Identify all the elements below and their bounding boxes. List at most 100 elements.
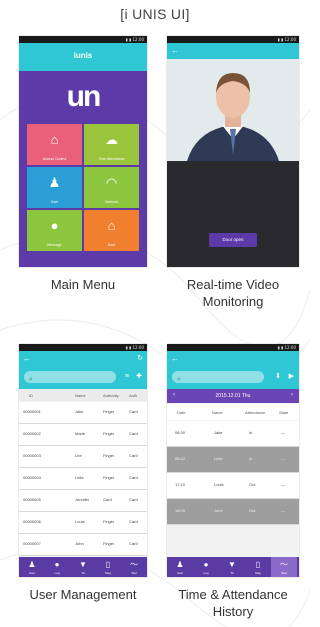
app-bar: ← ⌕ ⬇ ▶ — [167, 351, 299, 389]
cell: Leila — [214, 456, 223, 461]
tile-access-control[interactable]: ⌂ Access Control — [27, 124, 82, 165]
tile-time-attendance[interactable]: ☁ Time Attendance — [84, 124, 139, 165]
tile-door[interactable]: ⌂ Door — [84, 210, 139, 251]
table-row[interactable]: 17:10 Louis Out — — [167, 473, 299, 499]
cell: 00000001 — [23, 409, 41, 414]
table-row[interactable]: 00000001 Jake Finger Card — [19, 402, 147, 424]
tab-label: Msg — [255, 571, 261, 575]
tab-stat[interactable]: 〜 Stat — [271, 557, 297, 577]
tab-log[interactable]: ● Log — [44, 557, 70, 577]
cell: Marie — [75, 431, 86, 436]
tab-label: Msg — [105, 571, 111, 575]
search-icon: ⌕ — [177, 376, 181, 383]
tab-msg[interactable]: ▯ Msg — [95, 557, 121, 577]
app-bar: ← ↻ ⌕ ≡ ✚ — [19, 351, 147, 389]
caption-line: Real-time Video — [186, 277, 280, 292]
caption-ta-history: Time & Attendance History — [160, 586, 306, 620]
table-header: Date Name Attendance State — [167, 404, 299, 420]
refresh-icon[interactable]: ↻ — [137, 351, 143, 367]
brand-name: iunis — [73, 51, 93, 60]
user-icon: ♟ — [48, 175, 61, 190]
cell: John — [214, 508, 223, 513]
cell: Out — [249, 482, 256, 487]
caption-main-menu: Main Menu — [50, 277, 116, 292]
camera-feed — [167, 59, 299, 161]
tab-msg[interactable]: ▯ Msg — [245, 557, 271, 577]
tile-user[interactable]: ♟ User — [27, 167, 82, 208]
video-monitoring-screen: ▮ ▮ 12:00 ← Door open — [167, 36, 299, 267]
cell: 17:10 — [175, 482, 186, 487]
app-bar: ← — [167, 43, 299, 59]
user-icon: ♟ — [28, 560, 36, 569]
search-input[interactable]: ⌕ — [24, 371, 116, 383]
cell: In — [249, 430, 253, 435]
cell: 00000006 — [23, 519, 41, 524]
user-icon: ♟ — [176, 560, 184, 569]
column-header: Attendance — [245, 410, 266, 415]
cell: 00000007 — [23, 541, 41, 546]
back-arrow-icon[interactable]: ← — [171, 43, 179, 59]
tile-label: User — [50, 200, 59, 204]
table-row[interactable]: 00000002 Marie Finger Card — [19, 424, 147, 446]
pin-icon: ● — [54, 560, 60, 569]
add-user-icon[interactable]: ✚ — [136, 371, 142, 383]
pin-icon: ● — [203, 560, 209, 569]
tile-label: Message — [47, 243, 62, 247]
home-lock-icon: ⌂ — [50, 132, 59, 147]
cell: 08:42 — [175, 456, 186, 461]
table-row[interactable]: 00000003 Lee Finger Card — [19, 446, 147, 468]
tile-label: Network — [105, 200, 118, 204]
door-open-button[interactable]: Door open — [209, 233, 257, 247]
search-input[interactable]: ⌕ — [172, 371, 264, 383]
tab-user[interactable]: ♟ User — [19, 557, 45, 577]
back-arrow-icon[interactable]: ← — [171, 351, 179, 367]
cell: 08:30 — [175, 430, 186, 435]
cell: Finger — [103, 431, 115, 436]
cell: Card — [103, 497, 112, 502]
tab-label: Stat — [281, 571, 287, 575]
cell: Finger — [103, 475, 115, 480]
cell: 00000005 — [23, 497, 41, 502]
cell: Card — [129, 541, 138, 546]
tile-network[interactable]: ◠ Network — [84, 167, 139, 208]
chart-icon: 〜 — [280, 560, 288, 569]
status-bar: ▮ ▮ 12:00 — [19, 36, 147, 43]
filter-icon: ▼ — [79, 560, 87, 569]
cell: Finger — [103, 409, 115, 414]
tile-message[interactable]: ● Message — [27, 210, 82, 251]
person-image — [167, 59, 299, 161]
tab-user[interactable]: ♟ User — [167, 557, 193, 577]
table-header: ID Name Authority Auth — [19, 389, 147, 401]
export-icon[interactable]: ▶ — [289, 371, 294, 383]
table-row[interactable]: 00000005 Jennifer Card Card — [19, 490, 147, 512]
tab-label: Log — [203, 571, 209, 575]
cell: Finger — [103, 541, 115, 546]
date-selector: ‹ 2015.12.01 Thu › — [167, 389, 299, 403]
table-row[interactable]: 00000004 Leila Finger Card — [19, 468, 147, 490]
tile-label: Access Control — [42, 157, 67, 161]
caption-line: Monitoring — [202, 294, 264, 309]
table-row[interactable]: 00000007 John Finger Card — [19, 534, 147, 556]
tab-label: TA — [81, 571, 85, 575]
back-arrow-icon[interactable]: ← — [23, 351, 31, 367]
caption-line: History — [212, 604, 254, 619]
status-bar: ▮ ▮ 12:00 — [167, 344, 299, 351]
document-icon: ▯ — [255, 560, 261, 569]
table-row[interactable]: 08:30 Jake In — — [167, 421, 299, 447]
column-header: Name — [212, 410, 223, 415]
tab-label: User — [176, 571, 184, 575]
next-date-icon[interactable]: › — [291, 392, 293, 398]
table-row[interactable]: 18:05 John Out — — [167, 499, 299, 525]
brand-bar: iunis — [19, 43, 147, 71]
table-row[interactable]: 08:42 Leila In — — [167, 447, 299, 473]
cell: Card — [129, 519, 138, 524]
cell: — — [281, 430, 285, 435]
tile-label: Door — [107, 243, 116, 247]
tab-ta[interactable]: ▼ TA — [70, 557, 96, 577]
table-row[interactable]: 00000006 Louis Finger Card — [19, 512, 147, 534]
download-icon[interactable]: ⬇ — [275, 371, 281, 383]
tab-stat[interactable]: 〜 Stat — [121, 557, 147, 577]
tab-ta[interactable]: ▼ TA — [219, 557, 245, 577]
list-icon[interactable]: ≡ — [125, 371, 129, 383]
tab-log[interactable]: ● Log — [193, 557, 219, 577]
